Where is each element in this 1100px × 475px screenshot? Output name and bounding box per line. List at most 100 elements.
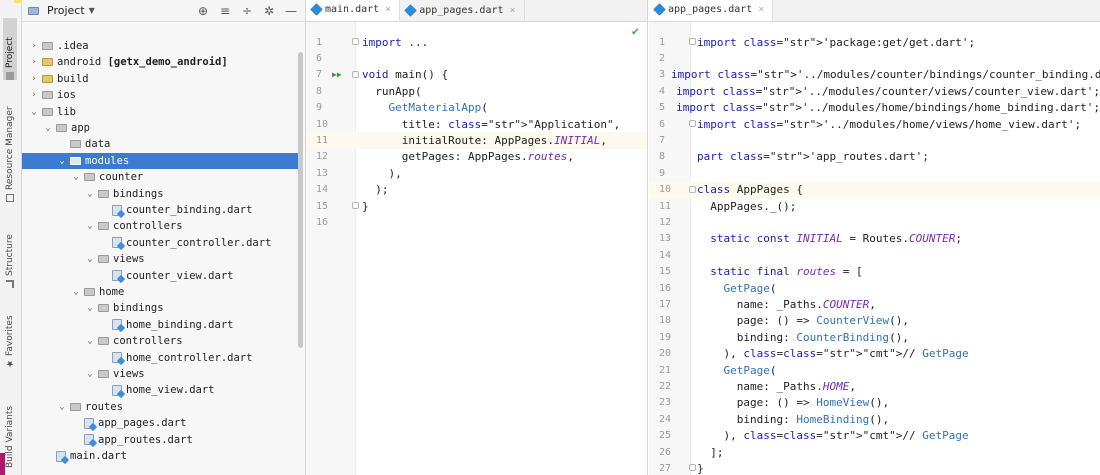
fold-marker-icon[interactable] bbox=[689, 464, 696, 472]
code-text: class AppPages { bbox=[697, 183, 803, 197]
line-number: 19 bbox=[659, 331, 672, 343]
run-icon[interactable]: ▶▶ bbox=[332, 70, 342, 79]
tree-file-item[interactable]: counter_binding.dart bbox=[22, 202, 298, 218]
collapse-all-icon[interactable]: ≡ bbox=[219, 4, 231, 18]
line-number: 9 bbox=[659, 167, 666, 179]
tree-file-item[interactable]: app_pages.dart bbox=[22, 415, 298, 431]
chevron-down-icon[interactable]: ⌄ bbox=[70, 172, 82, 182]
tool-tab-resource-manager[interactable]: Resource Manager bbox=[3, 96, 17, 202]
tree-folder-item[interactable]: ⌄ views bbox=[22, 251, 298, 267]
line-number: 14 bbox=[659, 249, 672, 261]
chevron-right-icon[interactable]: › bbox=[28, 90, 40, 100]
tool-tab-structure[interactable]: Structure bbox=[3, 218, 17, 288]
folder-icon bbox=[6, 72, 14, 80]
line-number: 16 bbox=[659, 282, 672, 294]
line-number: 15 bbox=[316, 200, 329, 212]
chevron-down-icon[interactable]: ⌄ bbox=[70, 287, 82, 297]
project-view-selector[interactable]: Project bbox=[47, 4, 85, 17]
tree-folder-item[interactable]: › .idea bbox=[22, 38, 298, 54]
tree-folder-item[interactable]: ⌄ bindings bbox=[22, 300, 298, 316]
editor-tab-app-pages[interactable]: app_pages.dart × bbox=[400, 0, 525, 21]
editor-main-dart: main.dart × app_pages.dart × ✔ 1 import ... 6… bbox=[306, 0, 648, 475]
folder-icon bbox=[98, 337, 109, 346]
fold-marker-icon[interactable] bbox=[689, 120, 696, 127]
dart-file-icon bbox=[404, 4, 418, 17]
chevron-down-icon[interactable]: ⌄ bbox=[84, 221, 96, 231]
code-text: ); bbox=[362, 183, 389, 197]
tree-file-item[interactable]: home_binding.dart bbox=[22, 317, 298, 333]
tree-folder-item[interactable]: ⌄ app bbox=[22, 120, 298, 136]
tree-file-item[interactable]: counter_view.dart bbox=[22, 268, 298, 284]
gear-icon[interactable]: ✲ bbox=[263, 4, 275, 18]
tree-folder-item[interactable]: ⌄ views bbox=[22, 366, 298, 382]
chevron-right-icon[interactable]: › bbox=[28, 41, 40, 51]
code-line: 6 bbox=[306, 50, 647, 66]
project-scrollbar[interactable] bbox=[298, 52, 303, 348]
code-text: static const INITIAL = Routes.COUNTER; bbox=[710, 232, 962, 246]
tree-item-label: lib bbox=[57, 105, 76, 118]
fold-marker-icon[interactable] bbox=[352, 202, 359, 209]
line-number: 17 bbox=[659, 299, 672, 311]
tree-file-item[interactable]: home_controller.dart bbox=[22, 350, 298, 366]
code-text: GetPage( bbox=[723, 363, 777, 377]
chevron-right-icon[interactable]: › bbox=[28, 57, 40, 67]
chevron-down-icon[interactable]: ⌄ bbox=[84, 369, 96, 379]
expand-icon[interactable]: ÷ bbox=[241, 4, 253, 18]
close-icon[interactable]: × bbox=[385, 4, 391, 15]
line-number: 7 bbox=[316, 69, 323, 81]
chevron-down-icon[interactable]: ⌄ bbox=[84, 254, 96, 264]
tab-label: app_pages.dart bbox=[419, 5, 504, 16]
code-text: page: () => HomeView(), bbox=[697, 396, 890, 410]
fold-marker-icon[interactable] bbox=[352, 38, 359, 45]
line-number: 25 bbox=[659, 430, 672, 442]
close-icon[interactable]: × bbox=[510, 5, 516, 16]
tree-folder-item[interactable]: ⌄ lib bbox=[22, 104, 298, 120]
chevron-down-icon[interactable]: ▼ bbox=[89, 6, 95, 15]
tree-file-item[interactable]: app_routes.dart bbox=[22, 432, 298, 448]
tree-file-item[interactable]: main.dart bbox=[22, 448, 298, 464]
chevron-down-icon[interactable]: ⌄ bbox=[28, 107, 40, 117]
tool-tab-project[interactable]: Project bbox=[3, 18, 17, 80]
tree-folder-item[interactable]: ⌄ counter bbox=[22, 169, 298, 185]
folder-icon bbox=[42, 74, 53, 83]
tree-folder-item[interactable]: ⌄ controllers bbox=[22, 218, 298, 234]
structure-icon bbox=[6, 280, 14, 288]
tree-folder-item[interactable]: ⌄ modules bbox=[22, 152, 298, 169]
fold-marker-icon[interactable] bbox=[689, 185, 696, 193]
line-number: 11 bbox=[659, 200, 672, 212]
editor-tab-app-pages[interactable]: app_pages.dart × bbox=[649, 0, 774, 21]
line-number: 10 bbox=[659, 184, 672, 196]
tree-folder-item[interactable]: › android [getx_demo_android] bbox=[22, 54, 298, 70]
line-number: 7 bbox=[659, 135, 666, 147]
close-icon[interactable]: × bbox=[758, 4, 764, 15]
tree-folder-item[interactable]: ⌄ controllers bbox=[22, 333, 298, 349]
chevron-down-icon[interactable]: ⌄ bbox=[84, 303, 96, 313]
line-number: 10 bbox=[316, 118, 329, 130]
tree-item-label: home_view.dart bbox=[126, 384, 215, 397]
minimize-icon[interactable]: — bbox=[285, 4, 297, 18]
chevron-down-icon[interactable]: ⌄ bbox=[56, 402, 68, 412]
chevron-down-icon[interactable]: ⌄ bbox=[84, 336, 96, 346]
chevron-right-icon[interactable]: › bbox=[28, 74, 40, 84]
code-line: 16 GetPage( bbox=[649, 280, 1100, 296]
tree-folder-item[interactable]: ⌄ routes bbox=[22, 399, 298, 415]
line-number: 12 bbox=[659, 217, 672, 229]
tree-item-label: android [getx_demo_android] bbox=[57, 56, 228, 69]
tree-file-item[interactable]: home_view.dart bbox=[22, 382, 298, 398]
tool-tab-build-variants[interactable]: Build Variants bbox=[3, 388, 17, 468]
chevron-down-icon[interactable]: ⌄ bbox=[42, 123, 54, 133]
tool-tab-favorites[interactable]: ★ Favorites bbox=[3, 302, 17, 368]
tree-folder-item[interactable]: ⌄ home bbox=[22, 284, 298, 300]
editor-tab-main[interactable]: main.dart × bbox=[306, 0, 401, 21]
tree-folder-item[interactable]: › ios bbox=[22, 87, 298, 103]
tree-folder-item[interactable]: › build bbox=[22, 71, 298, 87]
target-icon[interactable]: ⊕ bbox=[197, 4, 209, 18]
code-line: 2 bbox=[649, 50, 1100, 66]
tree-folder-item[interactable]: ⌄ bindings bbox=[22, 186, 298, 202]
chevron-down-icon[interactable]: ⌄ bbox=[56, 156, 68, 166]
fold-marker-icon[interactable] bbox=[352, 70, 359, 78]
chevron-down-icon[interactable]: ⌄ bbox=[84, 189, 96, 199]
tree-folder-item[interactable]: data bbox=[22, 136, 298, 152]
tree-file-item[interactable]: counter_controller.dart bbox=[22, 235, 298, 251]
fold-marker-icon[interactable] bbox=[689, 38, 696, 45]
